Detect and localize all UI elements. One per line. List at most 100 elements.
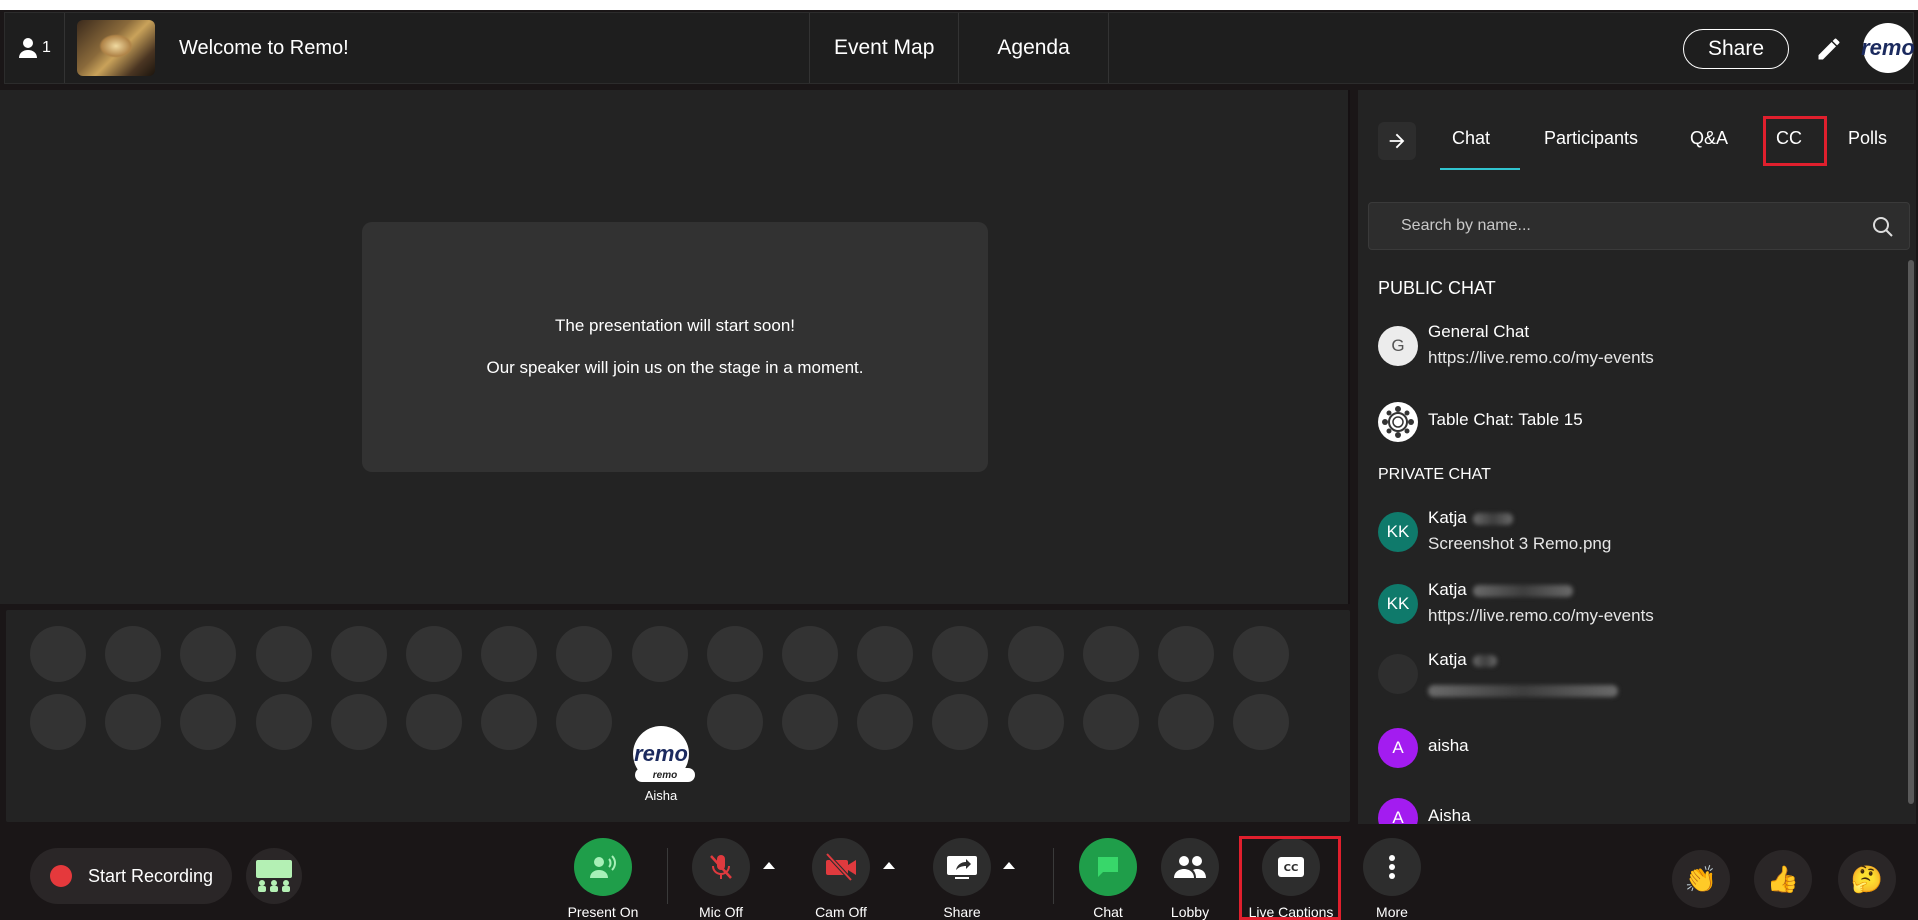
people-icon [1174,856,1206,878]
chat-item-table[interactable]: Table Chat: Table 15 [1378,398,1898,448]
chat-title: General Chat [1428,322,1530,341]
empty-seat[interactable] [1082,626,1139,682]
empty-seat[interactable] [30,694,86,750]
empty-seat[interactable] [706,626,763,682]
share-options-caret[interactable] [1003,862,1015,869]
cam-options-caret[interactable] [883,862,895,869]
tab-chat[interactable]: Chat [1452,128,1490,149]
live-captions-highlight-box [1239,836,1341,920]
emoji-reaction-button[interactable]: 🤔 [1838,850,1896,908]
nav-agenda[interactable]: Agenda [958,13,1109,83]
empty-seat[interactable] [782,694,838,750]
empty-seat[interactable] [481,626,538,682]
mic-off-icon [710,855,732,879]
cam-off-icon [825,852,856,882]
seated-user[interactable]: remo remo Aisha [631,726,695,810]
side-panel: Chat Participants Q&A CC Polls Search by… [1358,90,1916,824]
present-circle [574,838,632,896]
search-input[interactable]: Search by name... [1368,202,1910,250]
event-thumbnail [77,20,155,76]
search-placeholder: Search by name... [1401,217,1531,234]
empty-seat[interactable] [105,694,162,750]
seat-tag: remo [635,768,695,782]
start-recording-label: Start Recording [88,865,214,886]
user-avatar[interactable]: remo [1861,23,1915,73]
tab-participants[interactable]: Participants [1544,128,1638,149]
empty-seat[interactable] [330,626,387,682]
audience-layout-icon [256,860,292,892]
empty-seat[interactable] [255,626,312,682]
avatar: A [1378,798,1418,824]
empty-seat[interactable] [330,694,387,750]
tab-polls[interactable]: Polls [1848,128,1887,149]
chat-title-text: Katja [1428,508,1467,527]
empty-seat[interactable] [180,694,237,750]
stage-area: The presentation will start soon! Our sp… [0,90,1350,604]
chat-item-private[interactable]: Katja [1378,650,1898,700]
chat-item-private[interactable]: A Aisha [1378,794,1898,824]
participant-count[interactable]: 1 [5,13,65,83]
chat-title-text: Katja [1428,580,1467,599]
share-button[interactable]: Share [1683,29,1789,69]
avatar: A [1378,728,1418,768]
search-icon[interactable] [1871,215,1895,239]
cam-circle [812,838,870,896]
redacted-name [1472,512,1513,525]
chat-title: Katja [1428,650,1497,670]
empty-seat[interactable] [932,626,989,682]
present-on-button[interactable]: Present On [553,838,653,920]
empty-seat[interactable] [782,626,838,682]
empty-seat[interactable] [932,694,989,750]
empty-seat[interactable] [255,694,312,750]
empty-seat[interactable] [406,694,462,750]
empty-seat[interactable] [30,626,86,682]
emoji-face-icon: 🤔 [1850,863,1884,894]
mic-off-button[interactable]: Mic Off [671,838,771,920]
clap-reaction-button[interactable]: 👏 [1672,850,1730,908]
chat-item-private[interactable]: A aisha [1378,724,1898,774]
empty-seat[interactable] [706,694,763,750]
share-circle [933,838,991,896]
empty-seat[interactable] [857,626,914,682]
clap-icon: 👏 [1684,863,1718,894]
top-nav: Event Map Agenda [809,13,1109,83]
cam-off-button[interactable]: Cam Off [791,838,891,920]
empty-seat[interactable] [1007,626,1064,682]
more-button[interactable]: More [1342,838,1442,920]
placeholder-line-2: Our speaker will join us on the stage in… [486,358,864,377]
panel-scrollbar[interactable] [1908,260,1914,804]
empty-seat[interactable] [1007,694,1064,750]
share-screen-button[interactable]: Share [912,838,1012,920]
tab-qa[interactable]: Q&A [1690,128,1728,149]
nav-event-map[interactable]: Event Map [809,13,958,83]
empty-seat[interactable] [1082,694,1139,750]
chat-title-text: Katja [1428,650,1467,669]
empty-seat[interactable] [1158,694,1214,750]
thumbs-up-reaction-button[interactable]: 👍 [1754,850,1812,908]
chat-item-private[interactable]: KK Katja Screenshot 3 Remo.png [1378,508,1898,558]
empty-seat[interactable] [857,694,914,750]
collapse-panel-button[interactable] [1378,122,1416,160]
mic-circle [692,838,750,896]
empty-seat[interactable] [556,694,613,750]
start-recording-button[interactable]: Start Recording [30,848,232,904]
empty-seat[interactable] [105,626,162,682]
lobby-button[interactable]: Lobby [1140,838,1240,920]
empty-seat[interactable] [481,694,538,750]
chat-item-private[interactable]: KK Katja https://live.remo.co/my-events [1378,580,1898,630]
mic-options-caret[interactable] [763,862,775,869]
empty-seat[interactable] [631,626,688,682]
empty-seat[interactable] [1233,694,1290,750]
event-title: Welcome to Remo! [179,36,349,59]
layout-button[interactable] [246,848,302,904]
chat-item-general[interactable]: G General Chat https://live.remo.co/my-e… [1378,322,1898,372]
empty-seat[interactable] [556,626,613,682]
placeholder-line-1: The presentation will start soon! [554,316,795,335]
arrow-right-icon [1389,133,1405,149]
empty-seat[interactable] [406,626,462,682]
empty-seat[interactable] [180,626,237,682]
empty-seat[interactable] [1158,626,1214,682]
pencil-icon[interactable] [1815,35,1843,63]
empty-seat[interactable] [1233,626,1290,682]
window-top-edge [0,0,1918,10]
